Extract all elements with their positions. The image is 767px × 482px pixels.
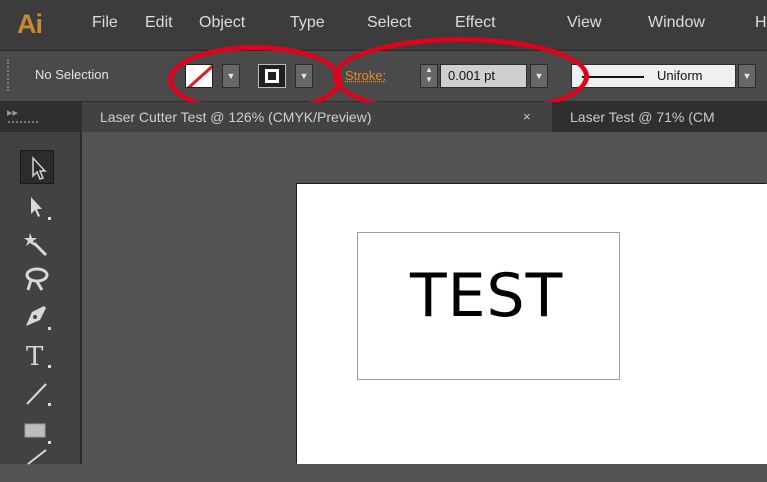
magic-wand-tool-icon[interactable] [20,227,54,261]
lasso-tool-icon[interactable] [20,262,54,296]
panel-grip[interactable] [8,121,38,125]
tab-label: Laser Cutter Test @ 126% (CMYK/Preview) [100,109,372,125]
stroke-swatch[interactable] [258,64,286,88]
type-tool-icon[interactable]: T [20,338,54,372]
rectangle-tool-icon[interactable] [20,414,54,448]
stroke-weight-dropdown-button[interactable]: ▼ [530,64,548,88]
artboard-text[interactable]: TEST [410,261,563,331]
fill-dropdown-button[interactable]: ▼ [222,64,240,88]
menu-file[interactable]: File [92,14,118,32]
line-segment-tool-icon[interactable] [20,376,54,410]
menu-select[interactable]: Select [367,14,411,32]
menu-view[interactable]: View [567,14,601,32]
profile-preview-line [582,76,644,78]
pen-tool-icon[interactable] [20,300,54,334]
panel-grip[interactable] [7,59,12,91]
menu-edit[interactable]: Edit [145,14,173,32]
menu-window[interactable]: Window [648,14,705,32]
text-frame[interactable]: TEST [357,232,620,380]
fill-swatch[interactable] [185,64,213,88]
stroke-dropdown-button[interactable]: ▼ [295,64,313,88]
tab-label: Laser Test @ 71% (CM [570,109,715,125]
stroke-weight-input[interactable]: 0.001 pt [440,64,527,88]
tools-panel: T [0,132,82,465]
selection-status: No Selection [35,67,109,82]
collapse-panel-icon[interactable]: ▸▸ [7,106,18,119]
profile-dropdown-button[interactable]: ▼ [738,64,756,88]
menu-effect[interactable]: Effect [455,14,496,32]
selection-tool-icon[interactable] [20,150,54,184]
stroke-weight-stepper[interactable]: ▲ ▼ [420,64,438,88]
menu-object[interactable]: Object [199,14,245,32]
tab-laser-test[interactable]: Laser Test @ 71% (CM [556,102,767,132]
menu-help[interactable]: H [755,14,767,32]
tab-laser-cutter-test[interactable]: Laser Cutter Test @ 126% (CMYK/Preview) [82,102,552,132]
variable-width-profile-select[interactable]: Uniform [571,64,736,88]
svg-text:T: T [26,342,44,372]
menu-type[interactable]: Type [290,14,325,32]
control-bar: No Selection ▼ ▼ Stroke: ▲ ▼ 0.001 pt ▼ U… [0,51,767,102]
document-tab-bar: ▸▸ Laser Cutter Test @ 126% (CMYK/Previe… [0,102,767,132]
paintbrush-tool-icon[interactable] [20,448,54,482]
menu-bar: Ai File Edit Object Type Select Effect V… [0,0,767,51]
app-logo: Ai [17,9,43,39]
stroke-panel-link[interactable]: Stroke: [345,68,386,83]
tab-close-icon[interactable]: × [523,109,531,124]
direct-selection-tool-icon[interactable] [20,190,54,224]
profile-label: Uniform [657,68,703,83]
